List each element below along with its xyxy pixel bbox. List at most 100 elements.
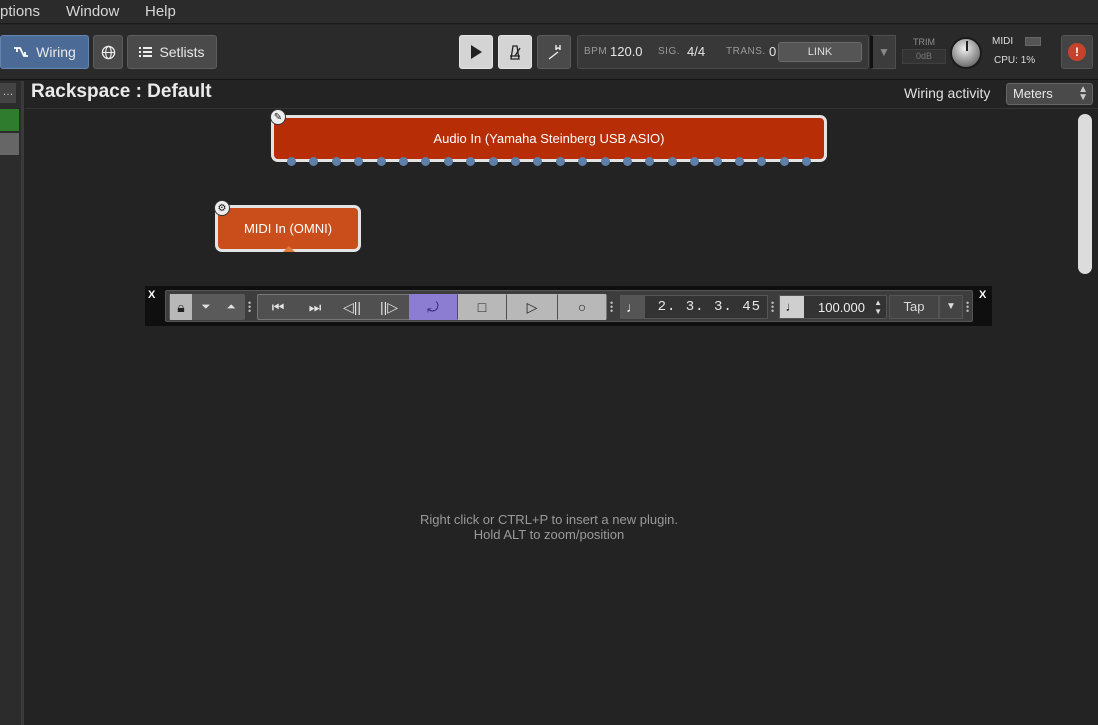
audio-out-pin[interactable] [488, 157, 498, 166]
tempo-field[interactable]: ♩ 100.000 ▲ ▼ [779, 295, 887, 319]
list-icon [139, 47, 153, 57]
next-marker-button[interactable]: ||▷ [373, 294, 405, 320]
stop-button[interactable]: □ [458, 294, 506, 320]
midi-out-pin[interactable] [283, 246, 295, 252]
trim-control[interactable]: TRIM 0dB [902, 37, 946, 64]
audio-out-pin[interactable] [399, 157, 408, 166]
trans-value[interactable]: 0 [769, 44, 776, 59]
rackspace-item-active[interactable] [0, 109, 19, 131]
bpm-value[interactable]: 120.0 [610, 44, 643, 59]
tap-dropdown[interactable]: ▼ [939, 295, 963, 319]
record-icon: ○ [577, 299, 587, 315]
collapse-icon: ⏷ [201, 300, 211, 313]
audio-out-pin[interactable] [421, 157, 431, 166]
audio-out-pin[interactable] [757, 157, 767, 166]
grip-icon[interactable]: • • • [248, 299, 251, 316]
audio-out-pin[interactable] [376, 157, 386, 166]
audio-out-pin[interactable] [309, 157, 319, 166]
wiring-label: Wiring [36, 44, 76, 60]
audio-out-pin[interactable] [712, 157, 722, 166]
loop-icon: ⤾ [427, 298, 439, 315]
audio-out-pin[interactable] [443, 157, 453, 166]
audio-out-pin[interactable] [466, 157, 476, 166]
tuner-button[interactable] [537, 35, 571, 69]
midi-in-block[interactable]: MIDI In (OMNI) [215, 205, 361, 252]
audio-out-pin[interactable] [623, 157, 632, 166]
rackspace-item[interactable] [0, 133, 19, 155]
audio-out-pin[interactable] [667, 157, 677, 166]
more-icon[interactable]: … [0, 83, 16, 103]
floating-transport-bar: X X 🔒︎ ⏷ ⏶ • • • ⏮︎ ⏭︎ ◁|| ||▷ ⤾ □ ▷ ○ • • •… [145, 286, 992, 326]
menu-help[interactable]: Help [145, 3, 176, 20]
transport-bar-body: 🔒︎ ⏷ ⏶ • • • ⏮︎ ⏭︎ ◁|| ||▷ ⤾ □ ▷ ○ • • • ♩ 2… [165, 290, 973, 322]
audio-out-pin[interactable] [555, 157, 565, 166]
audio-out-pin[interactable] [690, 157, 700, 166]
vertical-scrollbar[interactable] [1078, 114, 1092, 274]
loop-button[interactable]: ⤾ [409, 294, 457, 320]
bpm-label: BPM [584, 46, 608, 57]
chevron-down-icon: ▼ [946, 301, 956, 312]
stepper-icon[interactable]: ▲ ▼ [874, 298, 882, 316]
warning-button[interactable]: ! [1061, 35, 1093, 69]
transport-play-button[interactable]: ▷ [507, 294, 557, 320]
play-button[interactable] [459, 35, 493, 69]
position-value: 2. 3. 3. 45 [657, 299, 761, 315]
collapse-button[interactable]: ⏷ [194, 294, 218, 320]
audio-out-pin[interactable] [645, 157, 655, 166]
audio-out-pin[interactable] [533, 157, 543, 166]
audio-out-pin[interactable] [578, 157, 588, 166]
audio-out-pin[interactable] [600, 157, 610, 166]
skip-forward-icon: ⏭︎ [308, 298, 322, 315]
expand-button[interactable]: ⏶ [219, 294, 243, 320]
chevron-down-icon: ▼ [878, 45, 890, 59]
audio-out-pin[interactable] [331, 157, 341, 166]
close-left-button[interactable]: X [148, 289, 155, 301]
setlists-label: Setlists [159, 44, 205, 60]
stop-icon: □ [477, 299, 487, 315]
tap-button[interactable]: Tap [889, 295, 939, 319]
audio-out-pin[interactable] [354, 157, 364, 166]
link-button[interactable]: LINK [778, 42, 862, 62]
grip-icon[interactable]: • • • [610, 299, 613, 316]
master-volume-knob[interactable] [950, 37, 982, 69]
sig-value[interactable]: 4/4 [687, 44, 705, 59]
audio-in-block[interactable]: Audio In (Yamaha Steinberg USB ASIO) [271, 115, 827, 162]
lock-icon: 🔒︎ [177, 298, 185, 315]
skip-end-button[interactable]: ⏭︎ [300, 294, 330, 320]
grip-icon[interactable]: • • • [771, 299, 774, 316]
grip-icon[interactable]: • • • [966, 299, 969, 316]
prev-marker-icon: ◁|| [342, 298, 362, 315]
lock-button[interactable]: 🔒︎ [170, 294, 192, 320]
setlists-button[interactable]: Setlists [127, 35, 217, 69]
midi-port-icon[interactable]: ⚙ [214, 200, 230, 216]
hint-line-1: Right click or CTRL+P to insert a new pl… [419, 512, 679, 527]
audio-out-pin[interactable] [779, 157, 789, 166]
left-side-panel: … [0, 81, 24, 725]
midi-activity-indicator [1025, 37, 1041, 46]
tuning-fork-icon [548, 45, 561, 60]
wiring-button[interactable]: Wiring [0, 35, 89, 69]
menu-options[interactable]: ptions [0, 3, 40, 20]
edit-icon[interactable]: ✎ [270, 109, 286, 125]
globe-icon [101, 45, 115, 59]
play-outline-icon: ▷ [526, 298, 538, 315]
prev-marker-button[interactable]: ◁|| [336, 294, 368, 320]
wiring-activity-value: Meters [1013, 86, 1053, 101]
midi-in-label: MIDI In (OMNI) [243, 221, 333, 236]
position-field[interactable]: ♩ 2. 3. 3. 45 [620, 295, 768, 319]
tempo-icon: ♩ [780, 296, 804, 318]
wiring-activity-select[interactable]: Meters ▲ ▼ [1006, 83, 1093, 105]
audio-out-pin[interactable] [735, 157, 744, 166]
skip-start-button[interactable]: ⏮︎ [263, 294, 293, 320]
transport-dropdown[interactable]: ▼ [870, 35, 896, 69]
menu-window[interactable]: Window [66, 3, 119, 20]
audio-out-pin[interactable] [802, 157, 812, 166]
audio-out-pin[interactable] [511, 157, 520, 166]
globe-button[interactable] [93, 35, 123, 69]
warning-icon: ! [1068, 43, 1086, 61]
record-button[interactable]: ○ [558, 294, 606, 320]
metronome-button[interactable] [498, 35, 532, 69]
audio-out-pin[interactable] [287, 157, 296, 166]
close-right-button[interactable]: X [979, 289, 986, 301]
menu-bar: ptions Window Help [0, 0, 1098, 24]
